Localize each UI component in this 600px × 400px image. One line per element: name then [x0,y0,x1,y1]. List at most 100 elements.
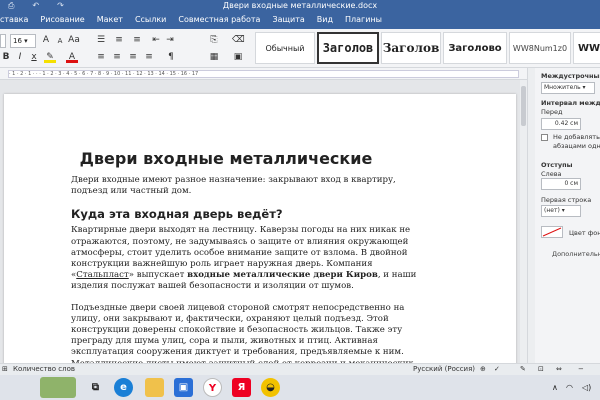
left-indent-label: Слева [541,170,562,178]
no-interval-label-1: Не добавлять ин [553,133,600,141]
file-explorer-icon[interactable] [145,378,164,397]
menu-bar: ставка Рисование Макет Ссылки Совместная… [0,11,600,29]
before-label: Перед [541,108,563,116]
fit-width-icon[interactable]: ⇔ [556,364,562,375]
line-spacing-select[interactable]: Множитель ▾ [541,82,595,94]
tab-insert[interactable]: ставка [0,11,34,29]
first-line-value: (нет) [544,207,560,214]
document-title: Двери входные металлические [79,149,373,168]
before-spacing-input[interactable]: 0.42 см [541,118,581,130]
status-bar: ⊞ Количество слов Русский (Россия) ⊕ ✓ ✎… [0,363,600,375]
document-area: Двери входные металлические Двери входны… [0,80,527,363]
company-link[interactable]: Стальпласт [76,270,128,280]
window-title: Двери входные металлические.docx [222,1,378,10]
fit-page-icon[interactable]: ⊡ [538,364,544,375]
vertical-scrollbar[interactable] [520,80,527,363]
line-spacing-title: Междустрочный инте [541,72,600,80]
p1-text-b: » выпускает [128,270,188,281]
change-case-icon[interactable]: Aa [68,34,80,46]
font-color-icon[interactable]: A [66,51,78,63]
tab-draw[interactable]: Рисование [34,11,90,29]
scrollbar-thumb[interactable] [521,86,526,126]
no-interval-checkbox[interactable] [541,134,548,141]
track-changes-icon[interactable]: ✎ [520,364,526,375]
paragraph-entrance-doors: Подъездные двери своей лицевой стороной … [71,302,413,363]
bold-icon[interactable]: B [0,51,12,63]
paragraph-marks-icon[interactable]: ¶ [165,51,177,63]
beeline-icon[interactable]: ◒ [261,378,280,397]
copy-style-icon[interactable]: ⎘ [208,34,220,46]
volume-icon[interactable]: ◁) [582,375,591,400]
wifi-icon[interactable]: ◠ [566,375,573,400]
advanced-settings-link[interactable]: Дополнительн [552,250,600,258]
align-right-icon[interactable]: ≡ [127,51,139,63]
edge-browser-icon[interactable]: e [114,378,133,397]
first-line-label: Первая строка [541,196,592,204]
font-size-value: 16 [13,37,22,45]
tab-plugins[interactable]: Плагины [339,11,388,29]
spellcheck-icon[interactable]: ✓ [494,364,500,375]
task-view-icon[interactable]: ⧉ [86,378,105,397]
no-color-icon [542,227,562,237]
store-icon[interactable]: ▣ [174,378,193,397]
before-spacing-value: 0.42 см [554,120,578,127]
style-ww8num1z0[interactable]: WW8Num1z0 [509,32,571,64]
font-size-field[interactable]: 16 ▾ [10,34,36,48]
align-justify-icon[interactable]: ≡ [143,51,155,63]
language-label[interactable]: Русский (Россия) [413,364,475,375]
panel-scroll-strip [528,68,535,363]
background-color-label: Цвет фона [569,229,600,237]
superscript-icon[interactable]: x [28,51,40,63]
style-heading-2[interactable]: Заголов [381,32,441,64]
word-count-icon[interactable]: ⊞ [2,364,8,375]
zoom-out-icon[interactable]: − [578,364,584,375]
weather-widget-icon[interactable] [40,377,76,398]
line-spacing-value: Множитель [544,84,581,91]
highlight-icon[interactable]: ✎ [44,51,56,63]
style-ww8[interactable]: WW8 [573,32,600,64]
numbered-list-icon[interactable]: ≡ [113,34,125,46]
style-heading-3[interactable]: Заголово [443,32,507,64]
tab-layout[interactable]: Макет [91,11,129,29]
intro-paragraph: Двери входные имеют разное назначение: з… [71,175,396,197]
grow-font-icon[interactable]: A [40,34,52,46]
left-indent-input[interactable]: 0 см [541,178,581,190]
multilevel-list-icon[interactable]: ≡ [131,34,143,46]
tray-expand-icon[interactable]: ∧ [552,375,558,400]
no-interval-label-2: абзацами одног [553,142,600,150]
tab-protection[interactable]: Защита [266,11,310,29]
taskbar: ⧉ e ▣ Y Я ◒ ∧ ◠ ◁) [0,375,600,400]
font-name-field[interactable] [0,34,6,48]
left-indent-value: 0 см [564,180,578,187]
first-line-select[interactable]: (нет) ▾ [541,205,581,217]
word-count-label[interactable]: Количество слов [13,364,75,375]
italic-icon[interactable]: I [14,51,26,63]
document-page[interactable]: Двери входные металлические Двери входны… [4,94,516,363]
bullet-list-icon[interactable]: ☰ [95,34,107,46]
ruler-scale: · 1 · 2 · 1 · · · 1 · 2 · 3 · 4 · 5 · 6 … [8,70,519,78]
increase-indent-icon[interactable]: ⇥ [164,34,176,46]
tab-view[interactable]: Вид [311,11,339,29]
shrink-font-icon[interactable]: A [54,35,66,47]
title-bar: ⎙ ↶ ↷ Двери входные металлические.docx [0,0,600,11]
align-center-icon[interactable]: ≡ [111,51,123,63]
shading-icon[interactable]: ▦ [208,51,220,63]
borders-icon[interactable]: ▣ [232,51,244,63]
align-left-icon[interactable]: ≡ [95,51,107,63]
p1-bold-text: входные металлические двери Киров [187,270,378,281]
clear-style-icon[interactable]: ⌫ [232,34,245,46]
tab-references[interactable]: Ссылки [129,11,172,29]
style-normal[interactable]: Обычный [255,32,315,64]
indents-title: Отступы [541,161,573,169]
tab-collaboration[interactable]: Совместная работа [172,11,266,29]
paragraph-settings-panel: Междустрочный инте Множитель ▾ Интервал … [527,68,600,363]
document-content[interactable]: Двери входные металлические Двери входны… [71,149,421,363]
decrease-indent-icon[interactable]: ⇤ [150,34,162,46]
section-heading: Куда эта входная дверь ведёт? [71,207,283,222]
horizontal-ruler[interactable]: · 1 · 2 · 1 · · · 1 · 2 · 3 · 4 · 5 · 6 … [0,68,527,80]
globe-icon[interactable]: ⊕ [480,364,486,375]
yandex-app-icon[interactable]: Я [232,378,251,397]
style-heading-1[interactable]: Заголов [317,32,379,64]
yandex-browser-icon[interactable]: Y [203,378,222,397]
background-color-picker[interactable] [541,226,563,238]
